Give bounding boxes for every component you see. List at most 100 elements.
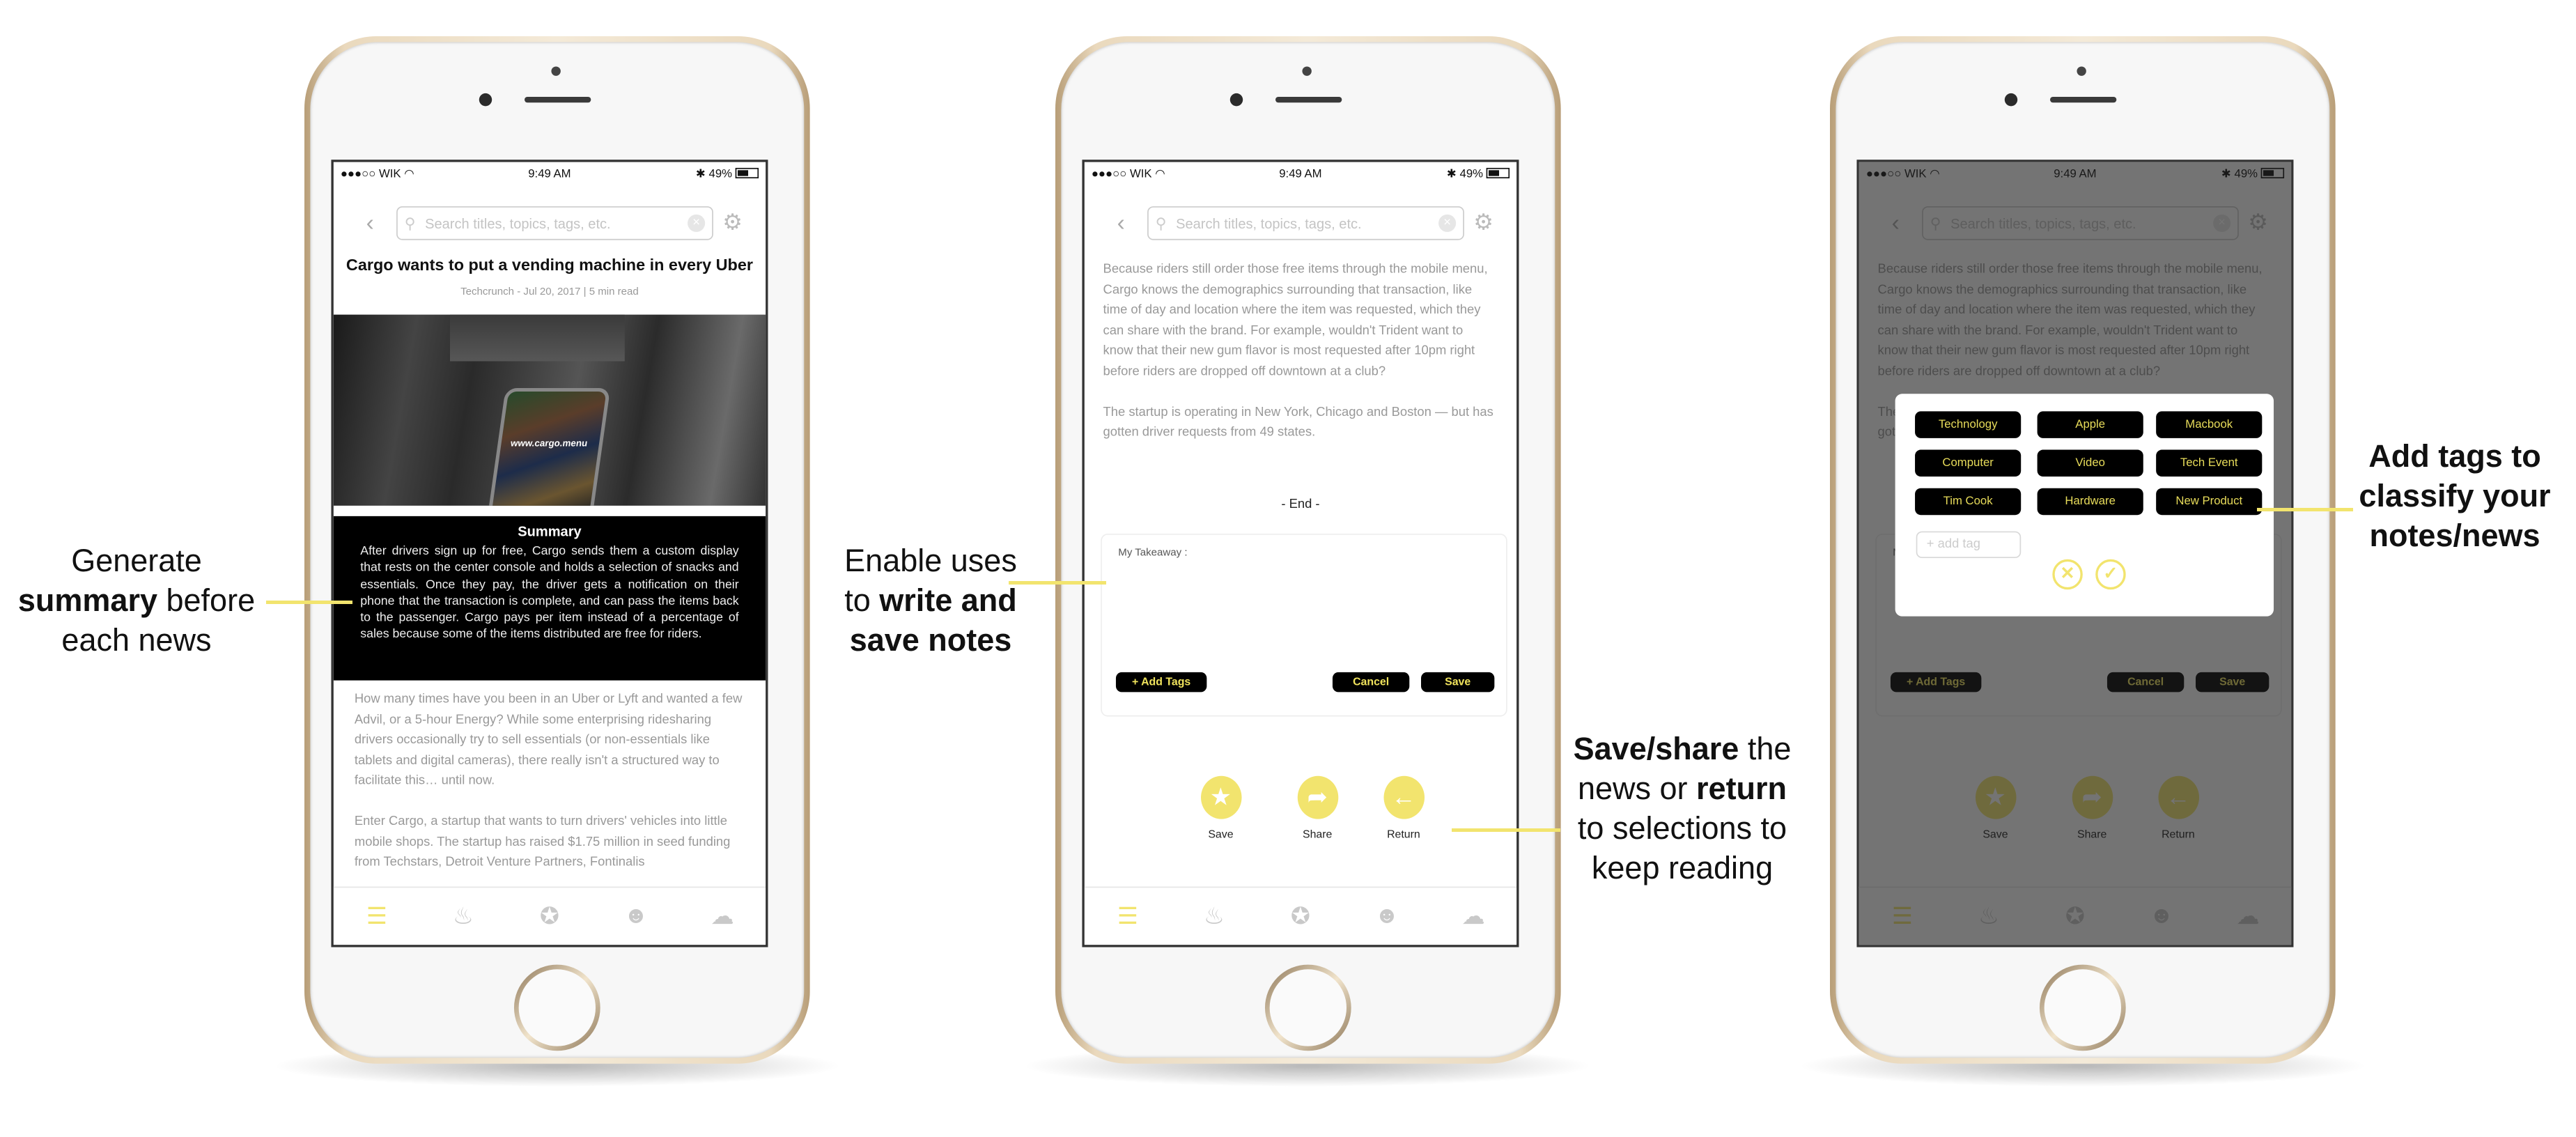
- menu-icon[interactable]: ☰: [359, 902, 394, 931]
- close-icon[interactable]: ✕: [2052, 559, 2083, 590]
- callout-line: [1452, 828, 1560, 832]
- summary-text: After drivers sign up for free, Cargo se…: [360, 543, 739, 642]
- share-icon: ➦: [1296, 775, 1338, 819]
- search-icon: ⚲: [404, 213, 416, 232]
- article-paragraph: How many times have you been in an Uber …: [354, 692, 743, 788]
- clear-icon[interactable]: ×: [1438, 214, 1457, 232]
- proximity-sensor: [551, 66, 561, 76]
- tag-chip[interactable]: Tim Cook: [1915, 488, 2022, 516]
- gear-icon[interactable]: ⚙: [1473, 210, 1493, 236]
- image-caption: www.cargo.menu: [509, 438, 589, 449]
- article-end: - End -: [1281, 497, 1320, 512]
- save-label: Save: [1208, 828, 1234, 842]
- phone-tags: ●●●○○ WIK ◠ 9:49 AM ✱ 49% ‹ ⚲Search titl…: [1830, 36, 2336, 1064]
- search-placeholder: Search titles, topics, tags, etc.: [1176, 215, 1362, 232]
- article-body: How many times have you been in an Uber …: [355, 690, 745, 894]
- article-paragraph: Because riders still order those free it…: [1103, 262, 1488, 378]
- menu-icon[interactable]: ☰: [1110, 902, 1145, 931]
- return-label: Return: [1387, 828, 1420, 842]
- add-tag-input[interactable]: + add tag: [1916, 531, 2022, 559]
- stage: ●●●○○ WIK ◠ 9:49 AM ✱ 49% ‹ ⚲ Search titl…: [0, 0, 2576, 1137]
- tab-bar: ☰ ♨ ✪ ☻ ☁: [333, 886, 766, 945]
- annotation-line: Generate: [71, 543, 202, 578]
- annotation-save-share: Save/share the news or return to selecti…: [1564, 729, 1801, 888]
- tag-chip[interactable]: Video: [2037, 449, 2143, 477]
- annotation-line: notes/news: [2369, 518, 2540, 553]
- battery-icon: [735, 168, 759, 179]
- phone-summary: ●●●○○ WIK ◠ 9:49 AM ✱ 49% ‹ ⚲ Search titl…: [304, 36, 810, 1064]
- brain-icon[interactable]: ☻: [619, 903, 653, 929]
- clock: 9:49 AM: [528, 167, 571, 180]
- flame-icon[interactable]: ♨: [1197, 902, 1232, 931]
- earpiece-speaker: [2050, 96, 2117, 103]
- annotation-line: Enable uses: [844, 543, 1017, 578]
- search-input[interactable]: ⚲ Search titles, topics, tags, etc. ×: [1147, 206, 1464, 240]
- article-meta: Techcrunch - Jul 20, 2017 | 5 min read: [460, 285, 639, 297]
- back-chevron-icon[interactable]: ‹: [1117, 211, 1125, 238]
- proximity-sensor: [2077, 66, 2086, 76]
- article-image: www.cargo.menu: [333, 314, 766, 506]
- home-button[interactable]: [1264, 964, 1351, 1051]
- back-chevron-icon[interactable]: ‹: [366, 211, 374, 238]
- screen: ●●●○○ WIK ◠ 9:49 AM ✱ 49% ‹ ⚲Search titl…: [1856, 160, 2294, 948]
- save-action[interactable]: ★ Save: [1186, 775, 1255, 842]
- annotation-tags: Add tags to classify your notes/news: [2350, 436, 2559, 555]
- return-icon: ←: [1383, 775, 1425, 819]
- search-input[interactable]: ⚲ Search titles, topics, tags, etc. ×: [396, 206, 713, 240]
- add-tags-button[interactable]: + Add Tags: [1115, 672, 1207, 693]
- annotation-line: each news: [61, 622, 212, 658]
- takeaway-card[interactable]: My Takeaway : + Add Tags Cancel Save: [1101, 533, 1507, 717]
- annotation-line: summary before: [17, 582, 256, 618]
- status-bar: ●●●○○ WIK ◠ 9:49 AM ✱ 49%: [334, 162, 766, 185]
- cancel-button[interactable]: Cancel: [1332, 672, 1410, 693]
- annotation-notes: Enable uses to write and save notes: [833, 541, 1028, 660]
- search-placeholder: Search titles, topics, tags, etc.: [425, 215, 611, 232]
- annotation-line: classify your: [2359, 478, 2551, 513]
- annotation-line: news or return: [1577, 771, 1787, 806]
- phone-notes: ●●●○○ WIK ◠ 9:49 AM ✱ 49% ‹ ⚲ Search titl…: [1055, 36, 1561, 1064]
- tag-chip[interactable]: Tech Event: [2156, 449, 2263, 477]
- article-paragraph: Enter Cargo, a startup that wants to tur…: [354, 814, 731, 869]
- clear-icon[interactable]: ×: [688, 214, 706, 232]
- front-camera: [1229, 93, 1243, 107]
- tag-chip[interactable]: New Product: [2156, 488, 2263, 516]
- battery-icon: [1486, 168, 1510, 179]
- return-action[interactable]: ← Return: [1369, 775, 1438, 842]
- home-button[interactable]: [2039, 964, 2126, 1051]
- star-icon: ★: [1200, 775, 1241, 819]
- article-body: Because riders still order those free it…: [1103, 260, 1496, 464]
- gear-icon[interactable]: ⚙: [722, 210, 743, 236]
- annotation-line: keep reading: [1591, 850, 1774, 885]
- tag-chip[interactable]: Macbook: [2156, 411, 2263, 438]
- article-paragraph: The startup is operating in New York, Ch…: [1103, 405, 1493, 440]
- flame-icon[interactable]: ♨: [446, 902, 481, 931]
- tag-chip[interactable]: Computer: [1915, 449, 2022, 477]
- annotation-line: to write and: [844, 582, 1017, 618]
- tag-modal: Technology Apple Macbook Computer Video …: [1895, 394, 2274, 617]
- share-label: Share: [1302, 828, 1333, 842]
- tag-chip[interactable]: Hardware: [2037, 488, 2143, 516]
- screen: ●●●○○ WIK ◠ 9:49 AM ✱ 49% ‹ ⚲ Search titl…: [331, 160, 768, 948]
- tag-chip[interactable]: Apple: [2037, 411, 2143, 438]
- save-note-button[interactable]: Save: [1421, 672, 1495, 693]
- earpiece-speaker: [1275, 96, 1342, 103]
- callout-line: [1009, 581, 1106, 585]
- annotation-line: Add tags to: [2368, 438, 2541, 474]
- callout-line: [2257, 508, 2353, 511]
- home-button[interactable]: [513, 964, 600, 1051]
- earpiece-speaker: [525, 96, 591, 103]
- callout-line: [266, 601, 352, 604]
- group-icon[interactable]: ☁: [705, 902, 740, 931]
- star-icon[interactable]: ✪: [1283, 902, 1318, 931]
- share-action[interactable]: ➦ Share: [1282, 775, 1352, 842]
- check-icon[interactable]: ✓: [2095, 559, 2126, 590]
- tab-bar: ☰ ♨ ✪ ☻ ☁: [1084, 886, 1517, 945]
- search-icon: ⚲: [1155, 213, 1167, 232]
- tag-chip[interactable]: Technology: [1915, 411, 2022, 438]
- group-icon[interactable]: ☁: [1456, 902, 1491, 931]
- article-title: Cargo wants to put a vending machine in …: [346, 255, 753, 274]
- brain-icon[interactable]: ☻: [1370, 903, 1404, 929]
- star-icon[interactable]: ✪: [532, 902, 567, 931]
- summary-title: Summary: [518, 523, 582, 540]
- clock: 9:49 AM: [1279, 167, 1322, 180]
